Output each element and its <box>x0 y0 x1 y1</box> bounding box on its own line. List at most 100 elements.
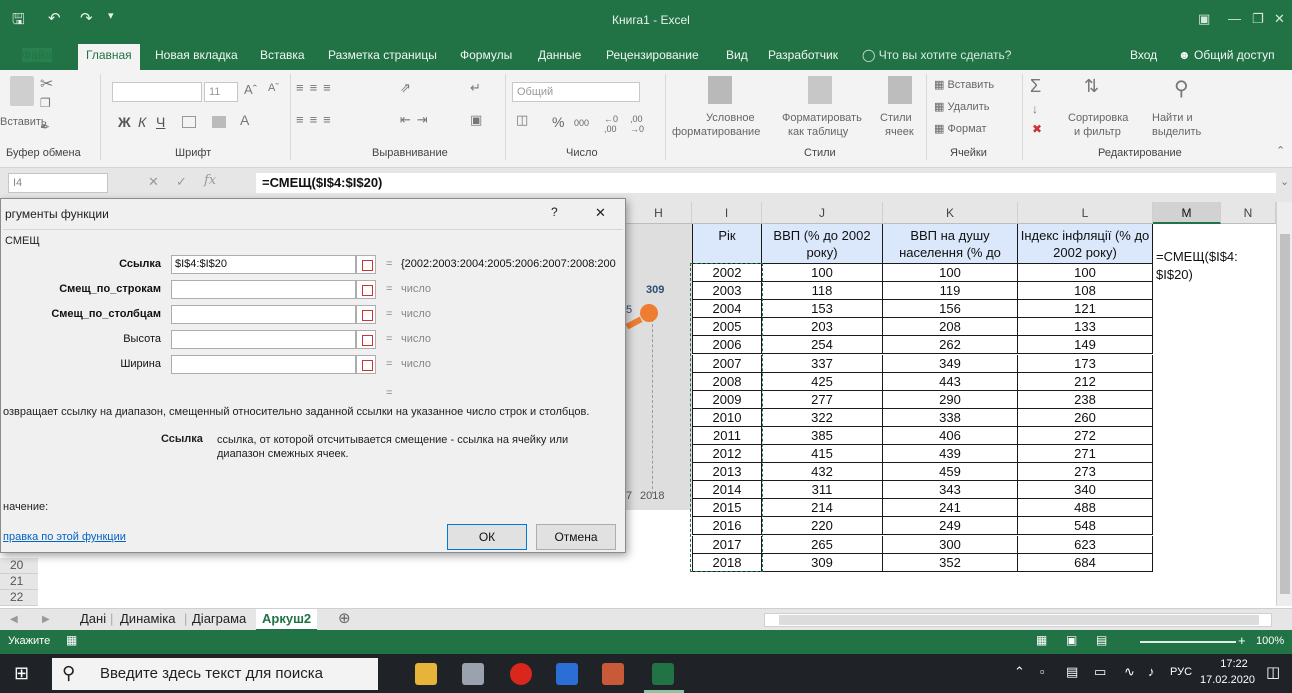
save-icon[interactable]: 🖫 <box>12 9 25 34</box>
next-sheet-icon[interactable]: ▶ <box>42 614 50 625</box>
cell-gdp[interactable]: 203 <box>762 318 883 337</box>
collapse-ribbon-icon[interactable]: ⌃ <box>1276 144 1285 157</box>
lower-grid-rows[interactable]: 20 21 22 <box>0 556 626 606</box>
cell-year[interactable]: 2011 <box>692 426 762 445</box>
arg-input-rows-offset[interactable] <box>171 280 356 299</box>
close-icon[interactable]: ✕ <box>1274 11 1285 27</box>
ok-button[interactable]: ОК <box>447 524 527 550</box>
column-header-n[interactable]: N <box>1221 202 1276 224</box>
collapse-dialog-icon[interactable] <box>356 305 376 324</box>
column-header-h[interactable]: H <box>626 202 692 224</box>
column-header-k[interactable]: K <box>883 202 1018 224</box>
network-icon[interactable]: ▤ <box>1066 664 1078 680</box>
column-header-j[interactable]: J <box>762 202 883 224</box>
number-format-box[interactable]: Общий <box>512 82 640 102</box>
collapse-dialog-icon[interactable] <box>356 355 376 374</box>
cell-gdp-per-capita[interactable]: 156 <box>883 300 1018 319</box>
expand-formula-icon[interactable]: ⌄ <box>1280 175 1289 188</box>
tab-review[interactable]: Рецензирование <box>606 48 699 62</box>
cell-gdp-per-capita[interactable]: 352 <box>883 553 1018 572</box>
cell-gdp-per-capita[interactable]: 300 <box>883 535 1018 554</box>
tab-developer[interactable]: Разработчик <box>768 48 838 62</box>
cell-year[interactable]: 2014 <box>692 481 762 500</box>
page-layout-view-icon[interactable]: ▣ <box>1066 633 1077 647</box>
customize-qat-icon[interactable]: ▾ <box>108 9 114 22</box>
battery-icon[interactable]: ▭ <box>1094 664 1106 680</box>
sign-in-link[interactable]: Вход <box>1130 48 1157 62</box>
font-size-box[interactable]: 11 <box>204 82 238 102</box>
header-gdp[interactable]: ВВП (% до 2002 року) <box>762 224 883 264</box>
cell-gdp[interactable]: 432 <box>762 463 883 482</box>
wrap-text-icon[interactable]: ↵ <box>470 80 481 96</box>
font-name-box[interactable] <box>112 82 202 102</box>
tab-formulas[interactable]: Формулы <box>460 48 512 62</box>
decrease-decimal-icon[interactable]: ,00 →0 <box>630 114 644 134</box>
cell-year[interactable]: 2005 <box>692 318 762 337</box>
cell-gdp[interactable]: 118 <box>762 282 883 301</box>
cell-year[interactable]: 2015 <box>692 499 762 518</box>
cell-year[interactable]: 2002 <box>692 264 762 283</box>
cell-gdp-per-capita[interactable]: 406 <box>883 426 1018 445</box>
cell-year[interactable]: 2008 <box>692 372 762 391</box>
normal-view-icon[interactable]: ▦ <box>1036 633 1047 647</box>
cell-gdp[interactable]: 425 <box>762 372 883 391</box>
dialog-close-button[interactable]: ✕ <box>595 205 606 221</box>
prev-sheet-icon[interactable]: ◀ <box>10 614 18 625</box>
cells-format-button[interactable]: ▦ Формат <box>934 122 987 135</box>
format-painter-icon[interactable]: ✒ <box>40 120 50 134</box>
format-table-line2[interactable]: как таблицу <box>788 126 848 138</box>
windows-start-icon[interactable]: ⊞ <box>14 663 29 684</box>
find-line2[interactable]: выделить <box>1152 126 1201 138</box>
comma-style-icon[interactable]: 000 <box>574 118 589 128</box>
cell-gdp[interactable]: 153 <box>762 300 883 319</box>
cond-format-line2[interactable]: форматирование <box>672 126 760 138</box>
cell-inflation[interactable]: 238 <box>1018 390 1153 409</box>
grow-font-icon[interactable]: Aˆ <box>244 82 257 97</box>
cell-styles-line2[interactable]: ячеек <box>885 126 914 138</box>
tell-me-box[interactable]: ◯ Что вы хотите сделать? <box>862 48 1011 62</box>
cell-inflation[interactable]: 340 <box>1018 481 1153 500</box>
zoom-level[interactable]: 100% <box>1256 635 1284 647</box>
game-icon[interactable] <box>602 663 624 685</box>
sheet-tab-diagrama[interactable]: Діаграма <box>192 611 246 626</box>
tray-expand-icon[interactable]: ⌃ <box>1014 664 1025 680</box>
cell-gdp-per-capita[interactable]: 443 <box>883 372 1018 391</box>
sheet-tab-dynamika[interactable]: Динаміка <box>120 611 176 626</box>
opera-icon[interactable] <box>510 663 532 685</box>
cells-insert-button[interactable]: ▦ Вставить <box>934 78 994 91</box>
collapse-dialog-icon[interactable] <box>356 280 376 299</box>
cells-delete-button[interactable]: ▦ Удалить <box>934 100 989 113</box>
page-break-view-icon[interactable]: ▤ <box>1096 633 1107 647</box>
format-table-line1[interactable]: Форматировать <box>782 112 862 124</box>
cell-gdp-per-capita[interactable]: 338 <box>883 408 1018 427</box>
arg-input-height[interactable] <box>171 330 356 349</box>
cell-inflation[interactable]: 684 <box>1018 553 1153 572</box>
indent-icons[interactable]: ⇤⇥ <box>400 112 434 128</box>
row-header-20[interactable]: 20 <box>0 558 38 574</box>
taskbar-search[interactable]: Введите здесь текст для поиска <box>52 658 378 690</box>
macro-record-icon[interactable]: ▦ <box>66 633 77 647</box>
clock-date[interactable]: 17.02.2020 <box>1200 674 1255 686</box>
arg-input-reference[interactable]: $I$4:$I$20 <box>171 255 356 274</box>
cell-gdp[interactable]: 311 <box>762 481 883 500</box>
cell-gdp[interactable]: 385 <box>762 426 883 445</box>
add-sheet-icon[interactable]: ⊕ <box>338 609 351 627</box>
column-header-l[interactable]: L <box>1018 202 1153 224</box>
cell-styles-icon[interactable] <box>888 76 912 104</box>
share-button[interactable]: ☻ Общий доступ <box>1178 48 1275 62</box>
scrollbar-thumb[interactable] <box>1280 234 1290 594</box>
cell-gdp[interactable]: 100 <box>762 264 883 283</box>
sheet-tab-dani[interactable]: Дані <box>80 611 106 626</box>
tab-insert[interactable]: Вставка <box>260 48 305 62</box>
app-icon[interactable] <box>556 663 578 685</box>
cell-gdp[interactable]: 309 <box>762 553 883 572</box>
borders-icon[interactable] <box>182 116 196 128</box>
sort-line1[interactable]: Сортировка <box>1068 112 1128 124</box>
cell-gdp-per-capita[interactable]: 119 <box>883 282 1018 301</box>
excel-taskbar-icon[interactable] <box>652 663 674 685</box>
cell-gdp-per-capita[interactable]: 249 <box>883 517 1018 536</box>
cell-inflation[interactable]: 260 <box>1018 408 1153 427</box>
cell-gdp-per-capita[interactable]: 439 <box>883 445 1018 464</box>
arg-input-width[interactable] <box>171 355 356 374</box>
cancel-entry-icon[interactable]: ✕ <box>148 174 159 190</box>
